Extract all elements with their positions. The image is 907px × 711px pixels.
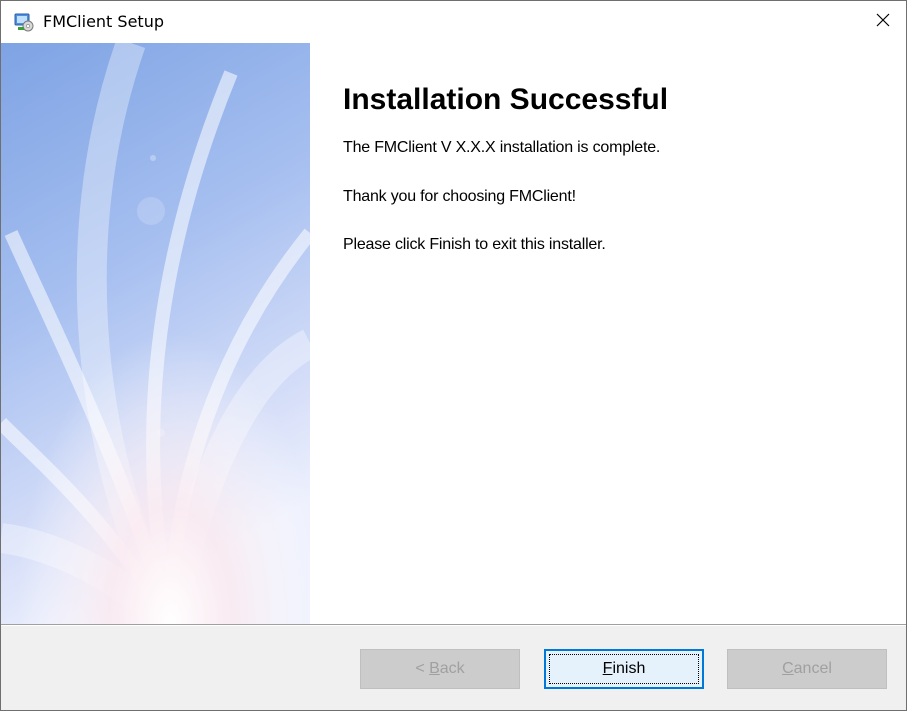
- finish-button[interactable]: Finish: [544, 649, 704, 689]
- back-button-label: < Back: [415, 660, 465, 677]
- side-banner-image: [1, 43, 310, 624]
- cancel-button[interactable]: Cancel: [727, 649, 887, 689]
- close-icon: [875, 12, 891, 33]
- back-button[interactable]: < Back: [360, 649, 520, 689]
- cancel-button-label: Cancel: [782, 660, 832, 677]
- thank-you-message: Thank you for choosing FMClient!: [343, 188, 576, 205]
- footer-divider: [1, 625, 906, 626]
- finish-instruction: Please click Finish to exit this install…: [343, 236, 606, 253]
- title-bar[interactable]: FMClient Setup: [1, 1, 906, 43]
- completion-message: The FMClient V X.X.X installation is com…: [343, 139, 661, 156]
- close-button[interactable]: [860, 1, 906, 43]
- page-title: Installation Successful: [343, 83, 669, 116]
- button-bar: < Back Finish Cancel: [1, 624, 906, 710]
- installer-icon: [13, 11, 35, 33]
- setup-window: FMClient Setup Installation Successful T…: [0, 0, 907, 711]
- window-title: FMClient Setup: [43, 12, 164, 31]
- finish-button-label: Finish: [602, 660, 646, 677]
- content-panel: Installation Successful The FMClient V X…: [310, 43, 906, 624]
